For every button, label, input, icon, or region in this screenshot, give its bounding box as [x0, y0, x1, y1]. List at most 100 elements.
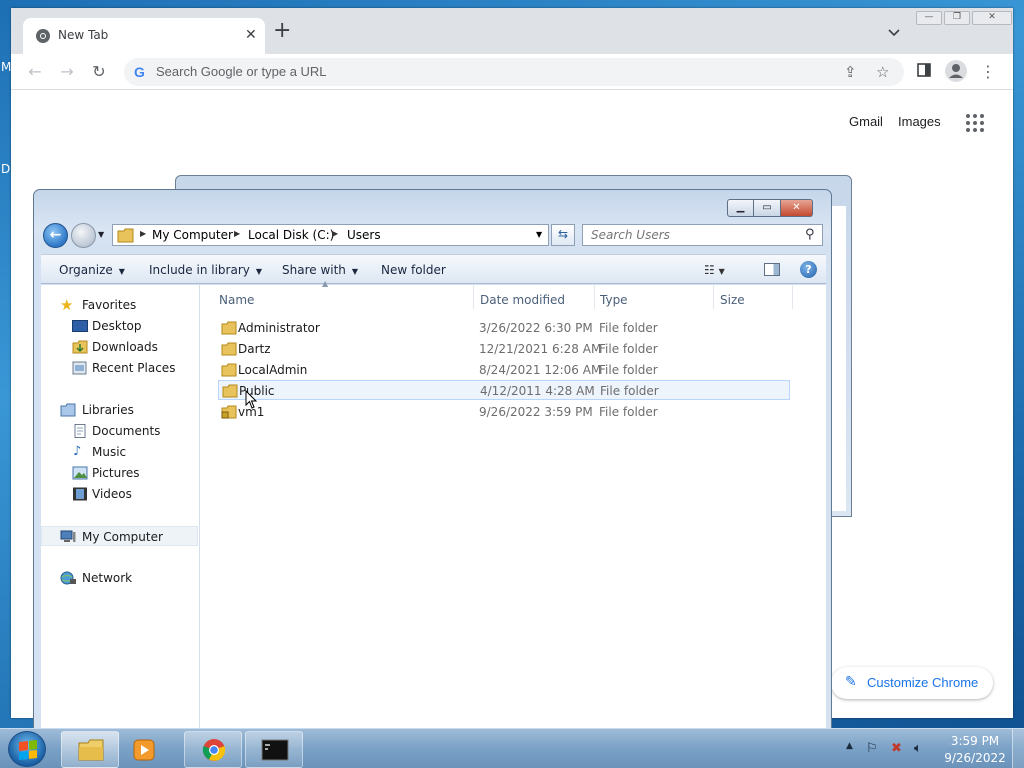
tab-strip: New Tab ✕ + — ❐ ✕: [11, 8, 1013, 54]
breadcrumb-users[interactable]: Users: [347, 228, 381, 242]
nav-item-desktop[interactable]: Desktop: [41, 316, 198, 336]
include-in-library-button[interactable]: Include in library ▼: [149, 263, 262, 277]
address-bar[interactable]: G Search Google or type a URL ⇪ ☆: [124, 58, 904, 86]
column-header-type[interactable]: Type: [600, 293, 628, 307]
change-view-icon[interactable]: ☷ ▼: [704, 263, 725, 277]
chevron-down-icon: ▼: [255, 267, 263, 276]
nav-item-network[interactable]: Network: [41, 568, 198, 588]
bookmark-star-icon[interactable]: ☆: [876, 63, 889, 81]
explorer-maximize-button[interactable]: ▭: [754, 199, 781, 217]
search-users-box[interactable]: ⚲: [582, 224, 823, 246]
forward-button[interactable]: [71, 223, 96, 248]
profile-avatar-icon[interactable]: [945, 60, 967, 82]
share-icon[interactable]: ⇪: [844, 63, 857, 81]
tab-close-icon[interactable]: ✕: [245, 27, 257, 43]
nav-label: Documents: [92, 424, 161, 438]
chevron-down-icon: ▼: [351, 267, 359, 276]
show-desktop-button[interactable]: [1012, 729, 1024, 768]
file-date: 4/12/2011 4:28 AM: [480, 384, 595, 398]
minimize-button[interactable]: —: [916, 11, 942, 25]
new-folder-button[interactable]: New folder: [381, 263, 446, 277]
nav-item-libraries[interactable]: Libraries: [41, 400, 198, 420]
close-button[interactable]: ✕: [972, 11, 1012, 25]
nav-item-recent-places[interactable]: Recent Places: [41, 358, 198, 378]
column-divider[interactable]: [792, 285, 793, 309]
gmail-link[interactable]: Gmail: [849, 114, 883, 129]
action-center-flag-icon[interactable]: ⚐: [866, 741, 878, 756]
images-link[interactable]: Images: [898, 114, 941, 129]
navigation-pane: ★ Favorites Desktop Downloads Recent Pla…: [41, 285, 200, 729]
volume-speaker-icon[interactable]: 🔈︎: [914, 741, 922, 756]
help-icon[interactable]: ?: [800, 261, 817, 278]
column-header-name[interactable]: Name: [219, 293, 254, 307]
nav-item-videos[interactable]: Videos: [41, 484, 198, 504]
file-name: Administrator: [238, 321, 320, 335]
address-breadcrumb[interactable]: ▶ My Computer ▶ Local Disk (C:) ▶ Users …: [112, 224, 549, 246]
tab-search-chevron-icon[interactable]: [887, 26, 901, 40]
side-panel-icon[interactable]: [914, 62, 934, 82]
clock-time[interactable]: 3:59 PM: [950, 734, 1000, 748]
column-header-size[interactable]: Size: [720, 293, 745, 307]
nav-item-pictures[interactable]: Pictures: [41, 463, 198, 483]
file-row-dartz[interactable]: Dartz 12/21/2021 6:28 AM File folder: [218, 339, 790, 359]
start-button[interactable]: [8, 731, 46, 767]
column-divider[interactable]: [713, 285, 714, 309]
file-type: File folder: [600, 384, 659, 398]
taskbar-app-explorer[interactable]: [61, 731, 119, 768]
column-divider[interactable]: [473, 285, 474, 309]
mouse-pointer-icon: [245, 390, 258, 409]
show-hidden-icons-chevron-icon[interactable]: ▲: [846, 741, 853, 751]
recent-pages-chevron-icon[interactable]: ▼: [98, 230, 104, 239]
share-with-button[interactable]: Share with ▼: [282, 263, 358, 277]
restore-button[interactable]: ❐: [944, 11, 970, 25]
network-disconnected-icon[interactable]: ✖: [891, 741, 902, 756]
breadcrumb-local-disk[interactable]: Local Disk (C:): [248, 228, 334, 242]
explorer-window-controls: ▁ ▭ ✕: [727, 199, 813, 217]
explorer-minimize-button[interactable]: ▁: [727, 199, 754, 217]
breadcrumb-my-computer[interactable]: My Computer: [152, 228, 233, 242]
nav-item-downloads[interactable]: Downloads: [41, 337, 198, 357]
organize-button[interactable]: Organize ▼: [59, 263, 125, 277]
file-row-vm1[interactable]: vm1 9/26/2022 3:59 PM File folder: [218, 402, 790, 422]
nav-item-music[interactable]: ♪ Music: [41, 442, 198, 462]
explorer-close-button[interactable]: ✕: [781, 199, 813, 217]
google-apps-icon[interactable]: [966, 114, 984, 132]
customize-chrome-button[interactable]: ✎ Customize Chrome: [831, 667, 993, 699]
nav-label: Desktop: [92, 319, 142, 333]
menu-kebab-icon[interactable]: ⋮: [978, 62, 998, 82]
search-input[interactable]: [591, 228, 796, 242]
taskbar-app-chrome[interactable]: [184, 731, 242, 768]
address-dropdown-icon[interactable]: ▼: [536, 230, 542, 239]
nav-item-documents[interactable]: Documents: [41, 421, 198, 441]
back-button[interactable]: ←: [43, 223, 68, 248]
locked-folder-icon: [221, 405, 237, 419]
network-globe-icon: [60, 571, 76, 585]
omnibox-placeholder: Search Google or type a URL: [156, 64, 327, 79]
nav-item-favorites[interactable]: ★ Favorites: [41, 295, 198, 315]
taskbar-app-media-player[interactable]: [122, 731, 180, 768]
column-header-date-modified[interactable]: Date modified: [480, 293, 565, 307]
search-icon[interactable]: ⚲: [805, 227, 815, 242]
breadcrumb-separator-icon[interactable]: ▶: [140, 229, 146, 238]
documents-icon: [74, 424, 86, 438]
clock-date[interactable]: 9/26/2022: [944, 751, 1006, 765]
file-date: 12/21/2021 6:28 AM: [479, 342, 602, 356]
new-tab-button[interactable]: +: [273, 20, 291, 42]
file-row-public[interactable]: Public 4/12/2011 4:28 AM File folder: [218, 380, 790, 400]
refresh-button[interactable]: ⇆: [551, 224, 575, 246]
breadcrumb-separator-icon[interactable]: ▶: [332, 229, 338, 238]
file-row-administrator[interactable]: Administrator 3/26/2022 6:30 PM File fol…: [218, 318, 790, 338]
back-arrow-icon[interactable]: ←: [25, 62, 45, 82]
tab-new-tab[interactable]: New Tab ✕: [23, 18, 265, 54]
nav-item-my-computer[interactable]: My Computer: [41, 526, 198, 546]
column-divider[interactable]: [594, 285, 595, 309]
taskbar-app-command-prompt[interactable]: [245, 731, 303, 768]
browser-toolbar: ← → ↻ G Search Google or type a URL ⇪ ☆ …: [11, 54, 1013, 90]
reload-icon[interactable]: ↻: [89, 62, 109, 82]
forward-arrow-icon[interactable]: →: [57, 62, 77, 82]
tab-title: New Tab: [58, 28, 109, 42]
breadcrumb-separator-icon[interactable]: ▶: [234, 229, 240, 238]
file-date: 8/24/2021 12:06 AM: [479, 363, 602, 377]
file-row-localadmin[interactable]: LocalAdmin 8/24/2021 12:06 AM File folde…: [218, 360, 790, 380]
preview-pane-icon[interactable]: [764, 263, 780, 276]
